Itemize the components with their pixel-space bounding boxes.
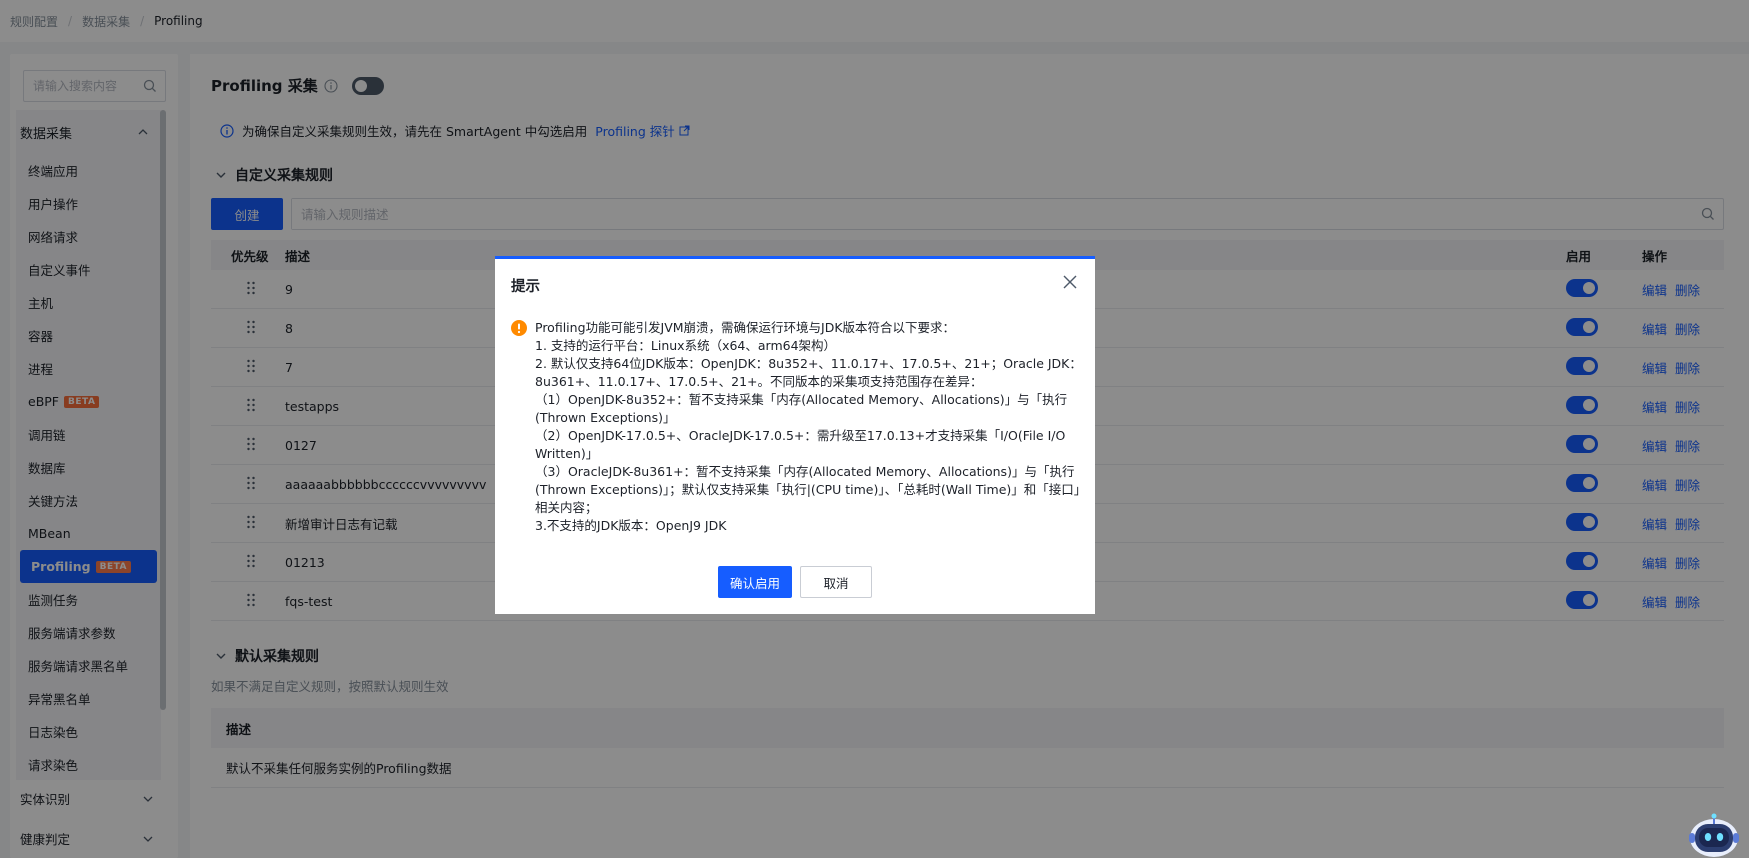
dialog-line: （2）OpenJDK-17.0.5+、OracleJDK-17.0.5+：需升级…: [535, 428, 1066, 461]
confirm-enable-button[interactable]: 确认启用: [718, 566, 792, 598]
close-icon[interactable]: [1063, 275, 1077, 289]
prompt-dialog: 提示 Profiling功能可能引发JVM崩溃，需确保运行环境与JDK版本符合以…: [495, 256, 1095, 614]
dialog-line: Profiling功能可能引发JVM崩溃，需确保运行环境与JDK版本符合以下要求…: [535, 320, 956, 335]
dialog-line: 1. 支持的运行平台：Linux系统（x64、arm64架构）: [535, 338, 837, 353]
dialog-line: （1）OpenJDK-8u352+：暂不支持采集「内存(Allocated Me…: [535, 392, 1068, 425]
dialog-line: （3）OracleJDK-8u361+：暂不支持采集「内存(Allocated …: [535, 464, 1081, 515]
dialog-body: Profiling功能可能引发JVM崩溃，需确保运行环境与JDK版本符合以下要求…: [511, 319, 1083, 535]
warning-icon: [511, 320, 527, 336]
assistant-robot-icon[interactable]: [1686, 808, 1742, 858]
dialog-line: 3.不支持的JDK版本：OpenJ9 JDK: [535, 518, 727, 533]
cancel-button[interactable]: 取消: [800, 566, 872, 598]
dialog-text: Profiling功能可能引发JVM崩溃，需确保运行环境与JDK版本符合以下要求…: [535, 319, 1083, 535]
dialog-title: 提示: [511, 279, 540, 295]
dialog-line: 2. 默认仅支持64位JDK版本：OpenJDK：8u352+、11.0.17+…: [535, 356, 1082, 389]
dialog-footer: 确认启用 取消: [718, 566, 872, 598]
